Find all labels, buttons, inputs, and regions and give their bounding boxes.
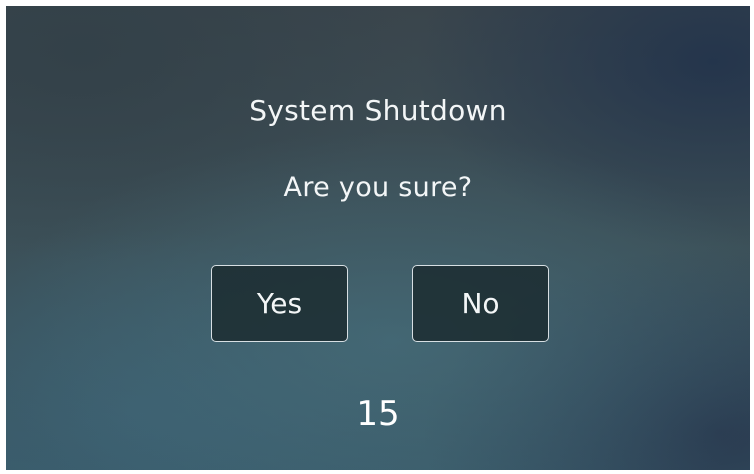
no-button-label: No [461,287,500,320]
confirm-question: Are you sure? [283,172,473,203]
yes-button-label: Yes [256,287,303,320]
no-button[interactable]: No [412,265,549,342]
yes-button[interactable]: Yes [211,265,348,342]
shutdown-screen: System Shutdown Are you sure? Yes No 15 [6,6,750,470]
countdown-timer: 15 [356,394,400,434]
dialog-title: System Shutdown [249,94,507,127]
